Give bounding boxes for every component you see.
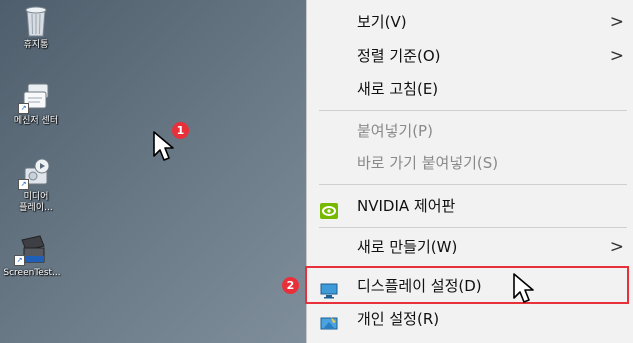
menu-item-paste-shortcut[interactable]: 바로 가기 붙여넣기(S)	[307, 147, 633, 179]
chevron-right-icon: >	[609, 46, 624, 66]
shortcut-arrow-icon: ↗	[18, 103, 29, 114]
shortcut-arrow-icon: ↗	[14, 255, 25, 266]
messenger-center-label: 메신저 센터	[13, 116, 59, 126]
menu-item-view[interactable]: 보기(V) >	[307, 6, 633, 38]
desktop-icon-screentest[interactable]: ↗ ScreenTest...	[0, 232, 68, 279]
menu-item-personalize[interactable]: 개인 설정(R)	[307, 303, 633, 335]
shortcut-arrow-icon: ↗	[18, 179, 29, 190]
personalize-icon	[320, 311, 338, 330]
menu-item-nvidia-control-panel[interactable]: NVIDIA 제어판	[307, 190, 633, 222]
chevron-right-icon: >	[609, 12, 624, 32]
desktop-icon-messenger-center[interactable]: ↗ 메신저 센터	[0, 80, 72, 127]
mouse-cursor-icon	[512, 272, 538, 310]
screentest-icon: ↗	[12, 232, 52, 266]
menu-separator	[319, 110, 627, 111]
menu-item-refresh[interactable]: 새로 고침(E)	[307, 73, 633, 105]
desktop-icon-recycle-bin[interactable]: 휴지통	[0, 4, 72, 51]
chevron-right-icon: >	[609, 237, 624, 257]
menu-separator	[319, 227, 627, 228]
nvidia-icon	[320, 198, 338, 219]
step-badge-2: 2	[282, 277, 299, 294]
highlight-box	[305, 266, 629, 304]
recycle-bin-label: 휴지통	[23, 40, 49, 50]
menu-separator	[319, 184, 627, 185]
menu-item-paste[interactable]: 붙여넣기(P)	[307, 115, 633, 147]
menu-item-new[interactable]: 새로 만들기(W) >	[307, 231, 633, 263]
desktop-icon-media-player[interactable]: ↗ 미디어 플레이...	[0, 156, 72, 214]
messenger-icon: ↗	[16, 80, 56, 114]
menu-item-sort-by[interactable]: 정렬 기준(O) >	[307, 40, 633, 72]
media-player-icon: ↗	[16, 156, 56, 190]
recycle-bin-icon	[16, 4, 56, 38]
screentest-label: ScreenTest...	[3, 268, 61, 278]
media-player-label: 미디어 플레이...	[19, 192, 53, 213]
step-badge-1: 1	[172, 122, 189, 139]
